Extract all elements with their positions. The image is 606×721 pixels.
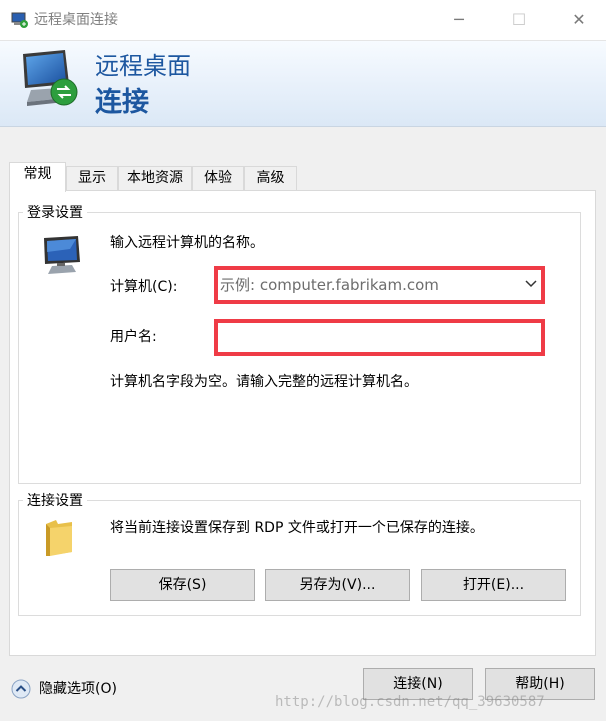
window-title: 远程桌面连接	[34, 12, 118, 28]
connection-settings-title: 连接设置	[23, 492, 87, 510]
folder-icon	[46, 520, 72, 556]
tab-general[interactable]: 常规	[9, 162, 66, 192]
empty-computer-message: 计算机名字段为空。请输入完整的远程计算机名。	[110, 374, 418, 390]
open-button[interactable]: 打开(E)...	[421, 569, 566, 601]
username-field-frame[interactable]	[214, 319, 545, 356]
banner-title-line1: 远程桌面	[95, 52, 191, 80]
computer-placeholder[interactable]: 示例: computer.fabrikam.com	[220, 276, 439, 294]
connection-description: 将当前连接设置保存到 RDP 文件或打开一个已保存的连接。	[110, 520, 484, 536]
maximize-button[interactable]: ☐	[496, 0, 542, 40]
computer-label: 计算机(C):	[110, 279, 178, 295]
tab-advanced[interactable]: 高级	[244, 166, 297, 190]
hide-options-label[interactable]: 隐藏选项(O)	[39, 680, 117, 698]
watermark-text: http://blog.csdn.net/qq_39630587	[275, 694, 545, 710]
remote-desktop-icon	[23, 50, 78, 106]
computer-icon	[44, 236, 80, 274]
tab-local-resources[interactable]: 本地资源	[118, 166, 192, 190]
save-button[interactable]: 保存(S)	[110, 569, 255, 601]
save-as-button[interactable]: 另存为(V)...	[265, 569, 410, 601]
chevron-up-icon[interactable]	[11, 679, 31, 699]
login-settings-title: 登录设置	[23, 204, 87, 222]
banner-title-line2: 连接	[95, 87, 149, 118]
login-prompt: 输入远程计算机的名称。	[110, 235, 264, 251]
remote-desktop-icon	[11, 12, 28, 28]
close-button[interactable]: ✕	[556, 0, 602, 40]
tab-display[interactable]: 显示	[66, 166, 118, 190]
minimize-button[interactable]: ─	[436, 0, 482, 40]
username-label: 用户名:	[110, 329, 157, 345]
username-input[interactable]	[218, 323, 541, 352]
tab-experience[interactable]: 体验	[192, 166, 244, 190]
chevron-down-icon[interactable]	[525, 279, 537, 289]
banner	[0, 41, 606, 127]
